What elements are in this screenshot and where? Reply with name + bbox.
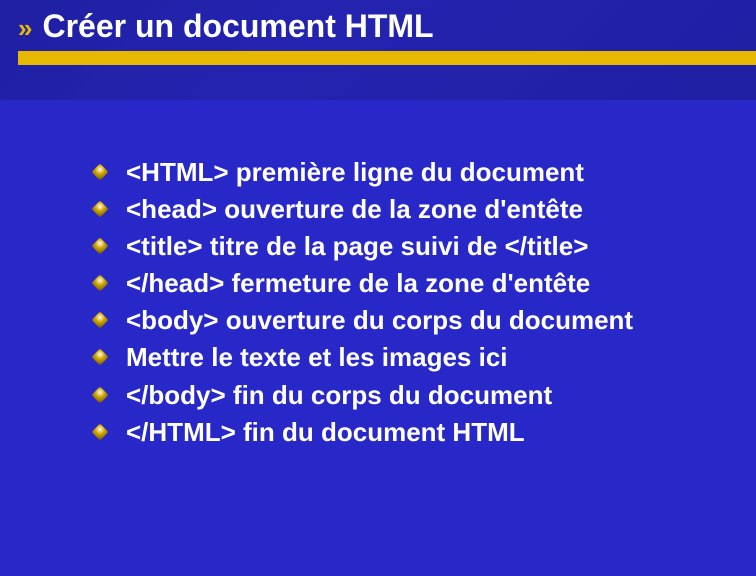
bullet-list: <HTML> première ligne du document <head>… bbox=[88, 155, 696, 450]
list-item: </HTML> fin du document HTML bbox=[88, 415, 696, 450]
slide-title: Créer un document HTML bbox=[42, 8, 433, 45]
slide-header: » Créer un document HTML bbox=[0, 0, 756, 65]
gold-divider bbox=[18, 51, 756, 65]
list-item: </head> fermeture de la zone d'entête bbox=[88, 266, 696, 301]
list-item: <HTML> première ligne du document bbox=[88, 155, 696, 190]
list-item: <body> ouverture du corps du document bbox=[88, 303, 696, 338]
title-marker: » bbox=[18, 13, 32, 44]
list-item: Mettre le texte et les images ici bbox=[88, 340, 696, 375]
list-item: <head> ouverture de la zone d'entête bbox=[88, 192, 696, 227]
list-item: <title> titre de la page suivi de </titl… bbox=[88, 229, 696, 264]
slide-content: <HTML> première ligne du document <head>… bbox=[0, 65, 756, 450]
list-item: </body> fin du corps du document bbox=[88, 378, 696, 413]
